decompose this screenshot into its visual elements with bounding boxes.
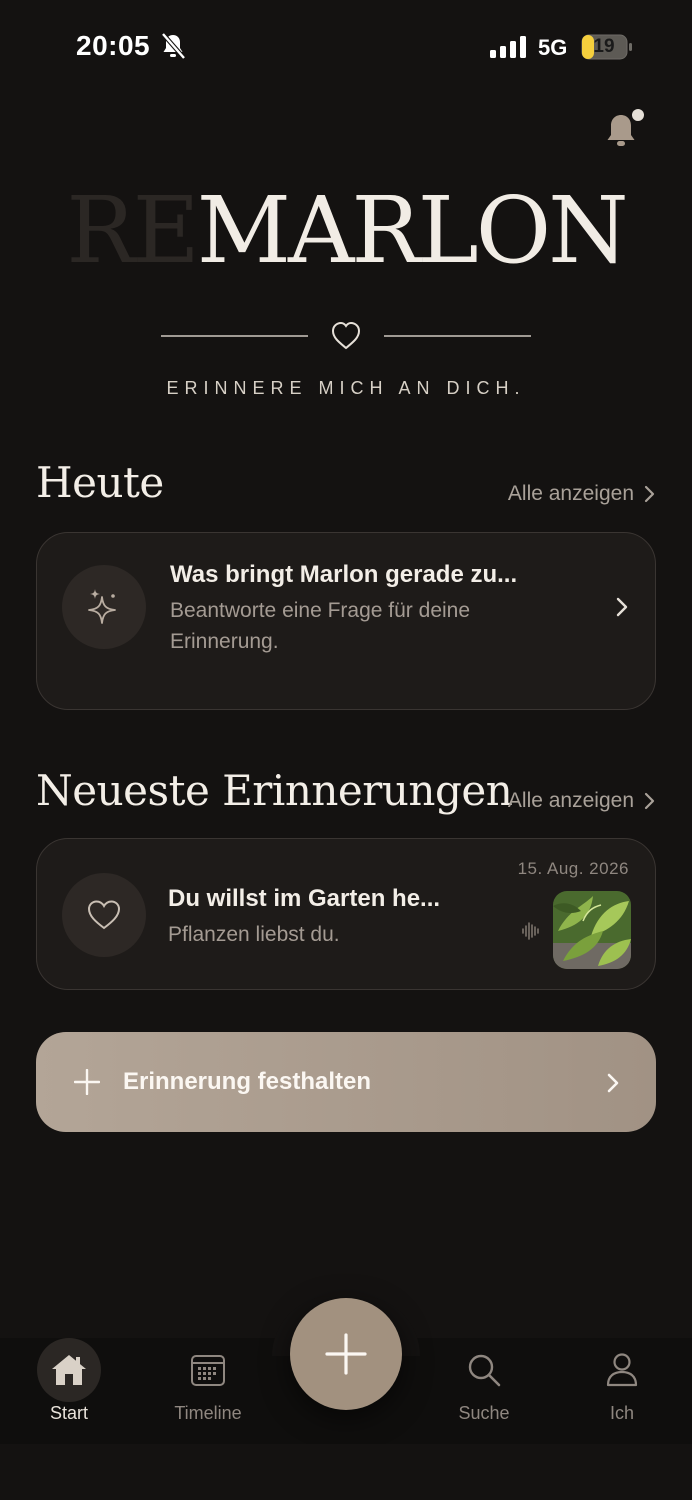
memory-subtitle: Pflanzen liebst du. (168, 923, 340, 946)
home-indicator-area (0, 1444, 692, 1500)
chevron-right-icon (644, 485, 655, 503)
network-type: 5G (538, 35, 568, 60)
logo-prefix: RE (66, 177, 199, 284)
battery-level: 19 (593, 36, 615, 57)
bell-slash-icon (161, 32, 186, 60)
add-memory-fab[interactable] (290, 1298, 402, 1410)
search-icon-container (452, 1338, 516, 1402)
memory-title: Du willst im Garten he... (168, 885, 441, 912)
bell-icon[interactable] (600, 108, 648, 152)
tab-timeline[interactable]: Timeline (158, 1338, 258, 1438)
search-icon (468, 1354, 501, 1387)
logo-divider (161, 321, 531, 350)
heart-icon (331, 321, 361, 350)
show-all-latest-link[interactable]: Alle anzeigen (508, 789, 656, 813)
question-card[interactable]: Was bringt Marlon gerade zu... Beantwort… (36, 532, 656, 710)
heart-icon (87, 900, 121, 930)
tagline: ERINNERE MICH AN DICH. (166, 378, 526, 398)
show-all-label: Alle anzeigen (507, 789, 634, 812)
logo-name: MARLON (196, 177, 629, 284)
house-icon (52, 1355, 86, 1385)
plus-icon (74, 1069, 100, 1095)
tab-label: Timeline (174, 1403, 242, 1423)
tab-search[interactable]: Suche (434, 1338, 534, 1438)
tab-label: Suche (458, 1403, 510, 1423)
plant-photo (553, 891, 631, 969)
question-title: Was bringt Marlon gerade zu... (170, 561, 518, 588)
chevron-right-icon (616, 597, 628, 617)
tab-start[interactable]: Start (19, 1338, 119, 1438)
heart-icon-container (62, 873, 146, 957)
calendar-icon-container (176, 1338, 240, 1402)
show-all-today-link[interactable]: Alle anzeigen (508, 482, 656, 506)
status-time: 20:05 (76, 30, 151, 61)
plus-icon (325, 1333, 367, 1375)
memory-thumbnail[interactable] (553, 891, 631, 969)
add-memory-label: Erinnerung festhalten (123, 1068, 372, 1095)
status-bar: 20:05 5G 19 (0, 0, 692, 96)
memory-date: 15. Aug. 2026 (517, 859, 629, 878)
show-all-label: Alle anzeigen (507, 482, 634, 505)
house-icon-container (37, 1338, 101, 1402)
tab-label: Ich (609, 1403, 634, 1423)
add-memory-button[interactable]: Erinnerung festhalten (36, 1032, 656, 1132)
sparkles-icon-container (62, 565, 146, 649)
section-title-latest: Neueste Erinnerungen (36, 766, 513, 815)
signal-icon (490, 36, 526, 58)
person-icon (606, 1353, 638, 1387)
person-icon-container (590, 1338, 654, 1402)
question-subtitle: Beantworte eine Frage für deine Erinneru… (170, 599, 471, 653)
memory-card[interactable]: 15. Aug. 2026 Du willst im Garten he... … (36, 838, 656, 990)
calendar-icon (191, 1355, 225, 1386)
tab-profile[interactable]: Ich (572, 1338, 672, 1438)
app-logo: REMARLON (0, 185, 692, 277)
chevron-right-icon (607, 1073, 619, 1093)
section-title-today: Heute (36, 458, 164, 507)
waveform-icon (522, 922, 539, 940)
tab-label: Start (49, 1403, 88, 1423)
chevron-right-icon (644, 792, 655, 810)
sparkles-icon (88, 589, 116, 624)
